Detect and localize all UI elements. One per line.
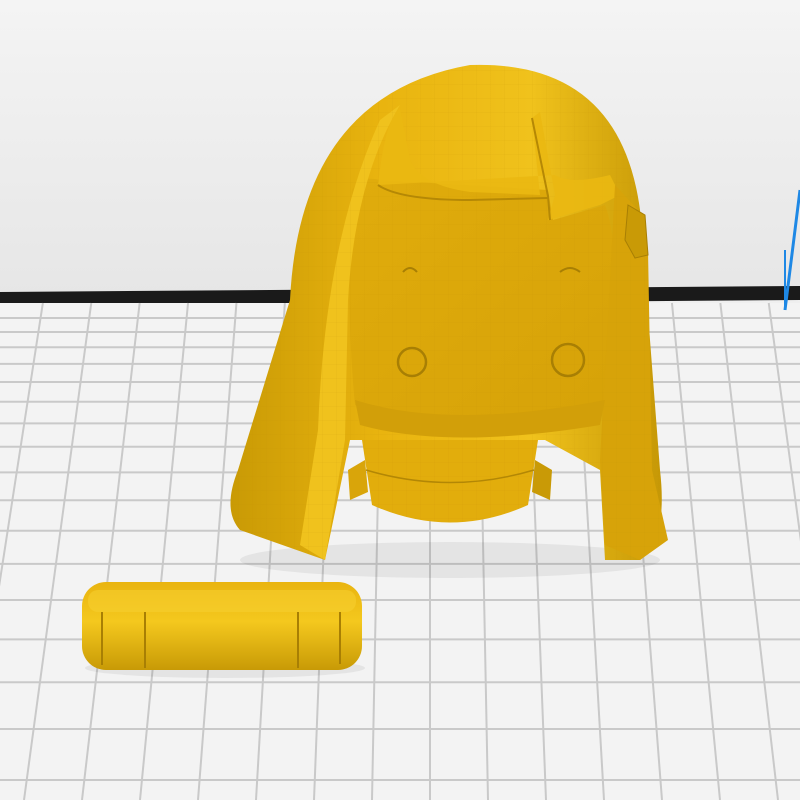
model-neck-peg[interactable] bbox=[82, 582, 365, 678]
scene-canvas[interactable] bbox=[0, 0, 800, 800]
3d-viewport[interactable] bbox=[0, 0, 800, 800]
